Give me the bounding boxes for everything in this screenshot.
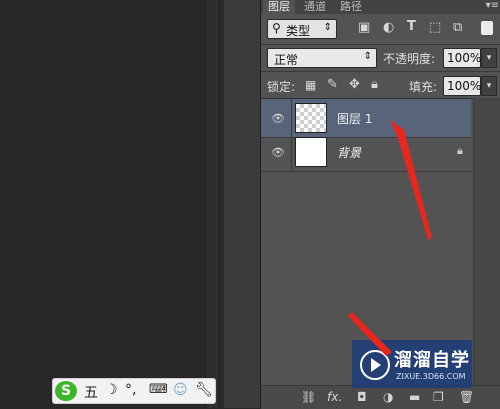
fx-button[interactable]: fx. [327,390,342,404]
filter-type-label: 类型 [286,24,311,38]
layers-scrollbar[interactable] [473,98,500,386]
lock-position-icon[interactable]: ✥ [349,77,360,92]
tab-layers[interactable]: 图层 [263,0,295,14]
smart-object-filter-icon[interactable]: ⧉ [453,20,462,35]
opacity-dropdown-button[interactable]: ▾ [481,48,497,68]
panel-menu-icon[interactable]: ▾≡ [486,0,499,11]
keyboard-icon[interactable]: ⌨ [149,382,168,397]
lock-label: 锁定: [267,80,296,94]
play-icon [360,350,390,380]
eye-icon[interactable]: 👁︎ [271,112,285,125]
add-mask-icon[interactable]: ◘ [357,390,367,404]
eye-icon[interactable]: 👁︎ [271,146,285,159]
fill-label: 填充: [409,80,438,94]
blend-row: 正常 ⇕ 不透明度: 100% ▾ [261,45,500,71]
wrench-icon[interactable]: 🔧︎ [195,382,213,398]
lock-all-icon[interactable]: 🔒︎ [371,77,378,92]
canvas-edge [205,0,220,408]
panel-tabs: 图层 通道 路径 ▾≡ [261,0,500,14]
lock-transparent-pixels-icon[interactable]: ▦ [305,78,316,92]
lock-icon: 🔒︎ [457,144,463,157]
updown-icon: ⇕ [363,51,372,62]
fill-input[interactable]: 100% [443,76,481,96]
punctuation-icon[interactable]: °, [125,382,136,398]
opacity-input[interactable]: 100% [443,48,481,68]
filter-row: ⚲ 类型 ⇕ ▣ ◐ T ⬚ ⧉ [261,14,500,44]
watermark-logo: 溜溜自学 ZIXUE.3D66.COM [352,340,472,388]
search-icon: ⚲ [272,21,281,35]
layers-bottom-bar: ⛓ fx. ◘ ◑ ▬ ❐ 🗑︎ [261,385,500,409]
layer-name[interactable]: 背景 [337,144,361,161]
layer-name[interactable]: 图层 1 [337,110,372,127]
user-icon[interactable]: ☺ [173,382,188,398]
shape-filter-icon[interactable]: ⬚ [429,20,441,35]
fill-dropdown-button[interactable]: ▾ [481,76,497,96]
moon-icon[interactable]: ☽ [105,382,118,398]
new-layer-icon[interactable]: ❐ [433,390,444,404]
new-group-icon[interactable]: ▬ [409,390,420,404]
blend-mode-label: 正常 [274,53,299,67]
watermark-title: 溜溜自学 [394,350,470,371]
blend-mode-select[interactable]: 正常 ⇕ [267,48,377,68]
chevron-down-icon: ▾ [486,53,492,63]
adjustment-layer-icon[interactable]: ◑ [383,390,393,404]
opacity-label: 不透明度: [383,52,436,66]
opacity-value: 100% [447,51,482,65]
panel-dock-gap [219,0,260,408]
adjustment-filter-icon[interactable]: ◐ [383,20,394,35]
canvas-area[interactable] [0,0,205,408]
fill-value: 100% [447,79,482,93]
sogou-logo-icon[interactable]: S [55,381,77,401]
filter-toggle-icon[interactable] [481,21,493,35]
link-layers-icon[interactable]: ⛓ [301,390,316,404]
delete-layer-icon[interactable]: 🗑︎ [459,390,474,404]
image-filter-icon[interactable]: ▣ [358,20,370,35]
updown-icon: ⇕ [323,22,332,33]
lock-row: 锁定: ▦ ✎ ✥ 🔒︎ 填充: 100% ▾ [261,72,500,98]
chevron-down-icon: ▾ [486,81,492,91]
text-filter-icon[interactable]: T [407,19,416,34]
layer-thumbnail [295,137,327,167]
ime-mode[interactable]: 五 [84,382,98,402]
filter-type-select[interactable]: ⚲ 类型 ⇕ [267,19,337,39]
lock-image-pixels-icon[interactable]: ✎ [327,77,338,92]
tab-channels[interactable]: 通道 [299,0,331,14]
layer-row-background[interactable]: 👁︎ 背景 🔒︎ [261,133,471,172]
watermark-url: ZIXUE.3D66.COM [396,372,466,381]
layer-thumbnail [295,103,327,133]
ime-toolbar: S 五 ☽ °, ⌨ ☺ 🔧︎ [52,378,216,404]
tab-paths[interactable]: 路径 [335,0,367,14]
